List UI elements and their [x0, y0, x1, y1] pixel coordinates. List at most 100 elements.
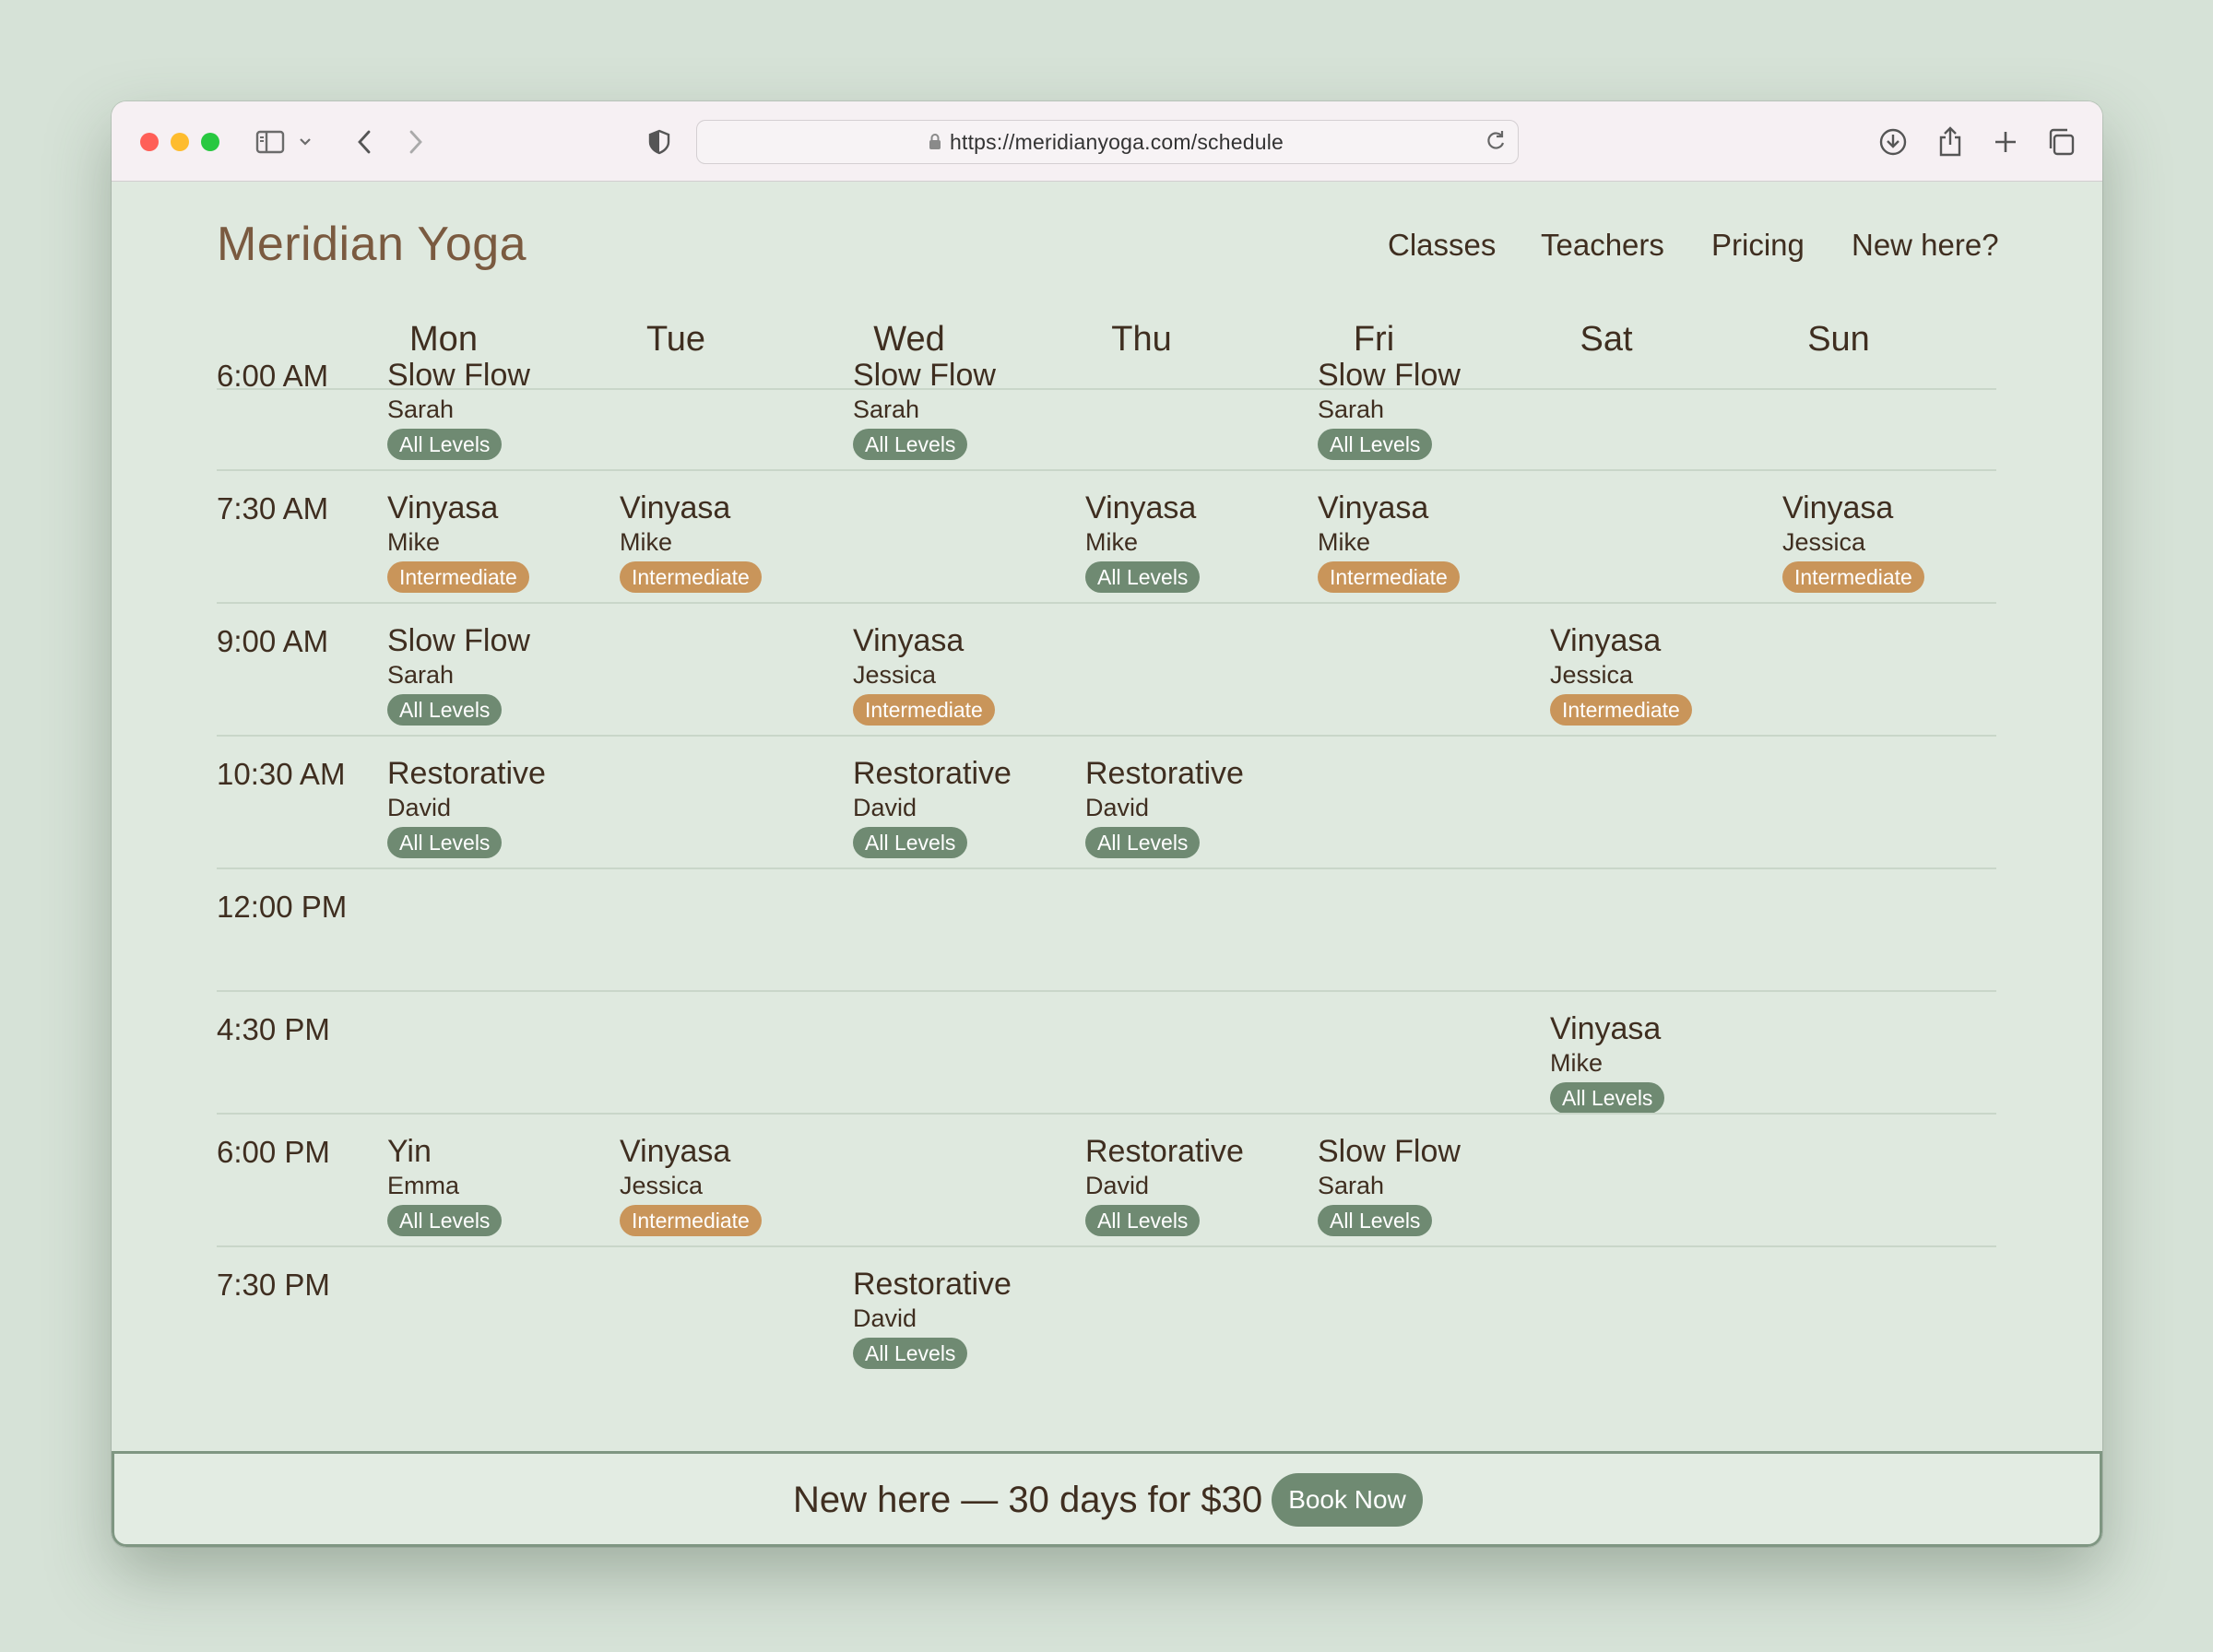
new-tab-icon[interactable]: [1989, 125, 2022, 159]
back-icon[interactable]: [348, 125, 381, 159]
chevron-down-icon[interactable]: [296, 125, 314, 159]
class-card[interactable]: Restorative David All Levels: [853, 1266, 1012, 1369]
class-card[interactable]: Vinyasa Mike Intermediate: [620, 490, 762, 593]
class-name: Restorative: [387, 756, 546, 791]
row-divider: [217, 1245, 1996, 1247]
teacher-name: Jessica: [1550, 661, 1634, 689]
teacher-name: David: [387, 794, 452, 821]
level-badge: All Levels: [1550, 1082, 1665, 1114]
day-header-wed: Wed: [873, 320, 945, 359]
class-card[interactable]: Restorative David All Levels: [853, 755, 1012, 858]
level-badge: All Levels: [387, 429, 503, 460]
teacher-name: Mike: [387, 528, 441, 556]
time-slot-label: 6:00 PM: [217, 1135, 330, 1169]
level-badge: Intermediate: [1782, 561, 1924, 593]
time-slot-label: 7:30 AM: [217, 491, 329, 525]
level-badge: Intermediate: [853, 694, 995, 726]
class-card[interactable]: Vinyasa Mike Intermediate: [387, 490, 529, 593]
class-card[interactable]: Vinyasa Mike Intermediate: [1318, 490, 1460, 593]
tab-overview-icon[interactable]: [2044, 125, 2077, 159]
level-badge: All Levels: [1085, 561, 1201, 593]
sidebar-toggle-icon[interactable]: [254, 125, 287, 159]
address-bar[interactable]: https://meridianyoga.com/schedule: [696, 120, 1519, 164]
class-name: Vinyasa: [620, 1134, 731, 1169]
class-card[interactable]: Vinyasa Jessica Intermediate: [853, 622, 995, 726]
forward-icon[interactable]: [399, 125, 432, 159]
class-card[interactable]: Slow Flow Sarah All Levels: [387, 622, 530, 726]
close-window-button[interactable]: [140, 133, 159, 151]
level-badge: Intermediate: [1550, 694, 1692, 726]
day-header-fri: Fri: [1353, 320, 1395, 359]
row-divider: [217, 602, 1996, 604]
book-now-button[interactable]: Book Now: [1272, 1473, 1423, 1527]
class-card[interactable]: Vinyasa Jessica Intermediate: [1782, 490, 1924, 593]
nav-pricing[interactable]: Pricing: [1711, 228, 1805, 263]
nav-classes[interactable]: Classes: [1388, 228, 1496, 263]
day-header-sat: Sat: [1580, 320, 1633, 359]
level-badge: All Levels: [387, 1205, 503, 1236]
class-name: Slow Flow: [387, 623, 530, 658]
row-divider: [217, 867, 1996, 869]
class-card[interactable]: Slow Flow Sarah All Levels: [1318, 1133, 1461, 1236]
teacher-name: Sarah: [387, 661, 455, 689]
class-card[interactable]: Slow Flow Sarah All Levels: [387, 357, 530, 460]
time-slot-label: 9:00 AM: [217, 624, 329, 658]
class-name: Vinyasa: [620, 490, 731, 525]
class-card[interactable]: Slow Flow Sarah All Levels: [1318, 357, 1461, 460]
class-name: Vinyasa: [1318, 490, 1429, 525]
url-text: https://meridianyoga.com/schedule: [950, 130, 1284, 154]
class-name: Slow Flow: [1318, 1134, 1461, 1169]
class-name: Yin: [387, 1134, 432, 1169]
class-name: Slow Flow: [1318, 358, 1461, 393]
zoom-window-button[interactable]: [201, 133, 219, 151]
class-name: Restorative: [853, 756, 1012, 791]
class-card[interactable]: Vinyasa Mike All Levels: [1085, 490, 1201, 593]
class-card[interactable]: Slow Flow Sarah All Levels: [853, 357, 996, 460]
level-badge: Intermediate: [387, 561, 529, 593]
level-badge: All Levels: [1085, 1205, 1201, 1236]
class-card[interactable]: Vinyasa Jessica Intermediate: [1550, 622, 1692, 726]
class-name: Restorative: [1085, 1134, 1244, 1169]
level-badge: Intermediate: [620, 1205, 762, 1236]
day-header-tue: Tue: [645, 320, 706, 359]
class-name: Restorative: [853, 1267, 1012, 1302]
class-name: Vinyasa: [1085, 490, 1197, 525]
promo-text: New here — 30 days for $30: [793, 1480, 1263, 1520]
class-name: Slow Flow: [853, 358, 996, 393]
browser-window: https://meridianyoga.com/schedule Meridi…: [112, 101, 2102, 1547]
download-icon[interactable]: [1876, 125, 1910, 159]
reload-icon[interactable]: [1483, 128, 1509, 159]
time-slot-label: 10:30 AM: [217, 757, 346, 791]
time-slot-label: 12:00 PM: [217, 890, 348, 924]
level-badge: All Levels: [853, 429, 968, 460]
teacher-name: Mike: [1550, 1049, 1604, 1077]
class-name: Vinyasa: [1550, 1011, 1662, 1046]
teacher-name: Mike: [620, 528, 673, 556]
share-icon[interactable]: [1934, 125, 1967, 159]
nav-teachers[interactable]: Teachers: [1541, 228, 1664, 263]
class-card[interactable]: Restorative David All Levels: [1085, 755, 1244, 858]
level-badge: Intermediate: [620, 561, 762, 593]
privacy-shield-icon[interactable]: [643, 125, 676, 159]
minimize-window-button[interactable]: [171, 133, 189, 151]
lock-icon: [928, 133, 942, 156]
level-badge: All Levels: [1085, 827, 1201, 858]
time-slot-label: 6:00 AM: [217, 359, 329, 393]
class-card[interactable]: Vinyasa Mike All Levels: [1550, 1010, 1665, 1114]
class-card[interactable]: Restorative David All Levels: [387, 755, 546, 858]
class-card[interactable]: Restorative David All Levels: [1085, 1133, 1244, 1236]
class-name: Vinyasa: [853, 623, 964, 658]
nav-new-here[interactable]: New here?: [1852, 228, 1999, 263]
level-badge: All Levels: [387, 694, 503, 726]
teacher-name: Sarah: [1318, 1172, 1385, 1199]
site-logo[interactable]: Meridian Yoga: [217, 217, 527, 272]
teacher-name: Jessica: [620, 1172, 704, 1199]
teacher-name: David: [1085, 1172, 1150, 1199]
teacher-name: David: [1085, 794, 1150, 821]
day-header-mon: Mon: [409, 320, 478, 359]
teacher-name: Sarah: [387, 395, 455, 423]
teacher-name: David: [853, 1304, 917, 1332]
class-card[interactable]: Yin Emma All Levels: [387, 1133, 503, 1236]
level-badge: All Levels: [1318, 1205, 1433, 1236]
class-card[interactable]: Vinyasa Jessica Intermediate: [620, 1133, 762, 1236]
